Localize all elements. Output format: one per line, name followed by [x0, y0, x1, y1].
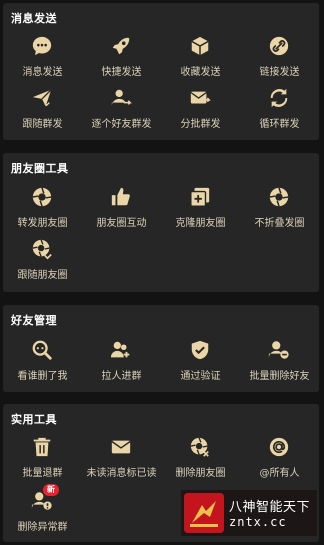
quick-send-button[interactable]: 快捷发送 — [82, 35, 161, 79]
aperture-icon — [267, 186, 291, 208]
batch-delete-friends-button[interactable]: 批量删除好友 — [240, 339, 319, 383]
item-label: 链接发送 — [259, 67, 300, 78]
watermark-title: 八神智能天下 — [229, 500, 311, 515]
aperture-icon — [30, 186, 54, 208]
item-label: 跟随群发 — [22, 119, 63, 130]
item-label: 逐个好友群发 — [91, 119, 152, 130]
new-badge: 新 — [43, 484, 59, 496]
item-label: 看谁删了我 — [17, 371, 68, 382]
batch-exit-groups-button[interactable]: 批量退群 — [3, 436, 82, 480]
item-label: 删除异常群 — [17, 522, 68, 533]
watermark-url: zntx.cc — [229, 515, 287, 529]
at-icon — [267, 436, 291, 458]
rocket-icon — [109, 35, 133, 57]
batch-broadcast-button[interactable]: 分批群发 — [161, 87, 240, 131]
item-label: 消息发送 — [22, 67, 63, 78]
link-icon — [267, 35, 291, 57]
loop-icon — [267, 87, 291, 109]
send-message-button[interactable]: 消息发送 — [3, 35, 82, 79]
toolbox-page: 消息发送 消息发送 快捷发送 收藏发送 链接发送 跟随群发 逐个好友群发 分批群… — [0, 0, 324, 545]
watermark: 八神智能天下 zntx.cc — [181, 490, 317, 536]
user-send-icon — [109, 87, 133, 109]
item-label: 朋友圈互动 — [96, 218, 147, 229]
section-friends: 好友管理 看谁删了我 拉人进群 通过验证 批量删除好友 — [3, 305, 319, 392]
item-label: 循环群发 — [259, 119, 300, 130]
section-title: 实用工具 — [11, 413, 57, 426]
who-deleted-me-button[interactable]: 看谁删了我 — [3, 339, 82, 383]
section-title: 朋友圈工具 — [11, 162, 69, 175]
clone-icon — [188, 186, 212, 208]
cube-icon — [188, 35, 212, 57]
section-moments: 朋友圈工具 转发朋友圈 朋友圈互动 克隆朋友圈 不折叠发圈 跟随朋友圈 — [3, 153, 319, 292]
clone-moments-button[interactable]: 克隆朋友圈 — [161, 186, 240, 230]
aperture-delete-icon — [188, 436, 212, 458]
forward-moments-button[interactable]: 转发朋友圈 — [3, 186, 82, 230]
watermark-logo — [184, 493, 224, 533]
pull-into-group-button[interactable]: 拉人进群 — [82, 339, 161, 383]
item-label: 拉人进群 — [101, 371, 142, 382]
moments-interact-button[interactable]: 朋友圈互动 — [82, 186, 161, 230]
pass-verification-button[interactable]: 通过验证 — [161, 339, 240, 383]
mail-batch-icon — [188, 87, 212, 109]
item-label: 删除朋友圈 — [175, 468, 226, 479]
item-label: 未读消息标已读 — [86, 468, 157, 479]
no-fold-post-button[interactable]: 不折叠发圈 — [240, 186, 319, 230]
item-label: 不折叠发圈 — [254, 218, 305, 229]
shield-check-icon — [188, 339, 212, 361]
loop-broadcast-button[interactable]: 循环群发 — [240, 87, 319, 131]
search-chat-icon — [30, 339, 54, 361]
user-remove-icon — [267, 339, 291, 361]
trash-icon — [30, 436, 54, 458]
thumbs-up-icon — [109, 186, 133, 208]
follow-moments-button[interactable]: 跟随朋友圈 — [3, 238, 82, 282]
mention-all-button[interactable]: @所有人 — [240, 436, 319, 480]
link-send-button[interactable]: 链接发送 — [240, 35, 319, 79]
one-by-one-broadcast-button[interactable]: 逐个好友群发 — [82, 87, 161, 131]
item-label: 转发朋友圈 — [17, 218, 68, 229]
item-label: 通过验证 — [180, 371, 221, 382]
item-label: 批量退群 — [22, 468, 63, 479]
delete-abnormal-groups-button[interactable]: 新 删除异常群 — [3, 484, 82, 534]
add-group-icon — [109, 339, 133, 361]
chat-send-icon — [30, 35, 54, 57]
favorite-send-button[interactable]: 收藏发送 — [161, 35, 240, 79]
delete-moments-button[interactable]: 删除朋友圈 — [161, 436, 240, 480]
section-message-send: 消息发送 消息发送 快捷发送 收藏发送 链接发送 跟随群发 逐个好友群发 分批群… — [3, 3, 319, 140]
aperture-shuffle-icon — [30, 238, 54, 260]
follow-broadcast-button[interactable]: 跟随群发 — [3, 87, 82, 131]
section-title: 消息发送 — [11, 12, 57, 25]
item-label: 分批群发 — [180, 119, 221, 130]
item-label: 克隆朋友圈 — [175, 218, 226, 229]
envelope-icon — [109, 436, 133, 458]
item-label: 批量删除好友 — [249, 371, 310, 382]
item-label: 跟随朋友圈 — [17, 270, 68, 281]
item-label: 快捷发送 — [101, 67, 142, 78]
paper-plane-icon — [30, 87, 54, 109]
item-label: 收藏发送 — [180, 67, 221, 78]
mark-unread-as-read-button[interactable]: 未读消息标已读 — [82, 436, 161, 480]
section-title: 好友管理 — [11, 314, 57, 327]
item-label: @所有人 — [259, 468, 300, 479]
